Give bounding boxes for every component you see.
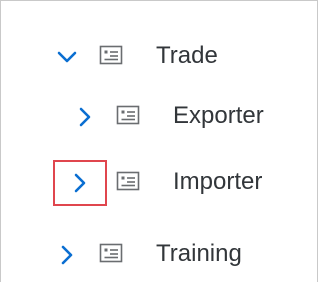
folder-icon xyxy=(99,243,123,263)
folder-icon xyxy=(116,171,140,191)
tree-item-label[interactable]: Exporter xyxy=(173,101,264,131)
tree-item-importer[interactable]: Importer xyxy=(1,158,317,208)
chevron-right-icon[interactable] xyxy=(70,102,100,132)
tree-item-label[interactable]: Trade xyxy=(156,41,218,71)
chevron-right-icon[interactable] xyxy=(53,160,107,206)
chevron-down-icon[interactable] xyxy=(52,42,82,72)
tree-item-exporter[interactable]: Exporter xyxy=(1,92,317,142)
tree-item-label[interactable]: Training xyxy=(156,239,242,269)
tree-panel: Trade Exporter Importer Training xyxy=(0,0,318,282)
tree-item-trade[interactable]: Trade xyxy=(1,32,317,82)
tree-item-training[interactable]: Training xyxy=(1,230,317,280)
chevron-right-icon[interactable] xyxy=(52,240,82,270)
tree-item-label[interactable]: Importer xyxy=(173,167,262,197)
folder-icon xyxy=(116,105,140,125)
folder-icon xyxy=(99,45,123,65)
